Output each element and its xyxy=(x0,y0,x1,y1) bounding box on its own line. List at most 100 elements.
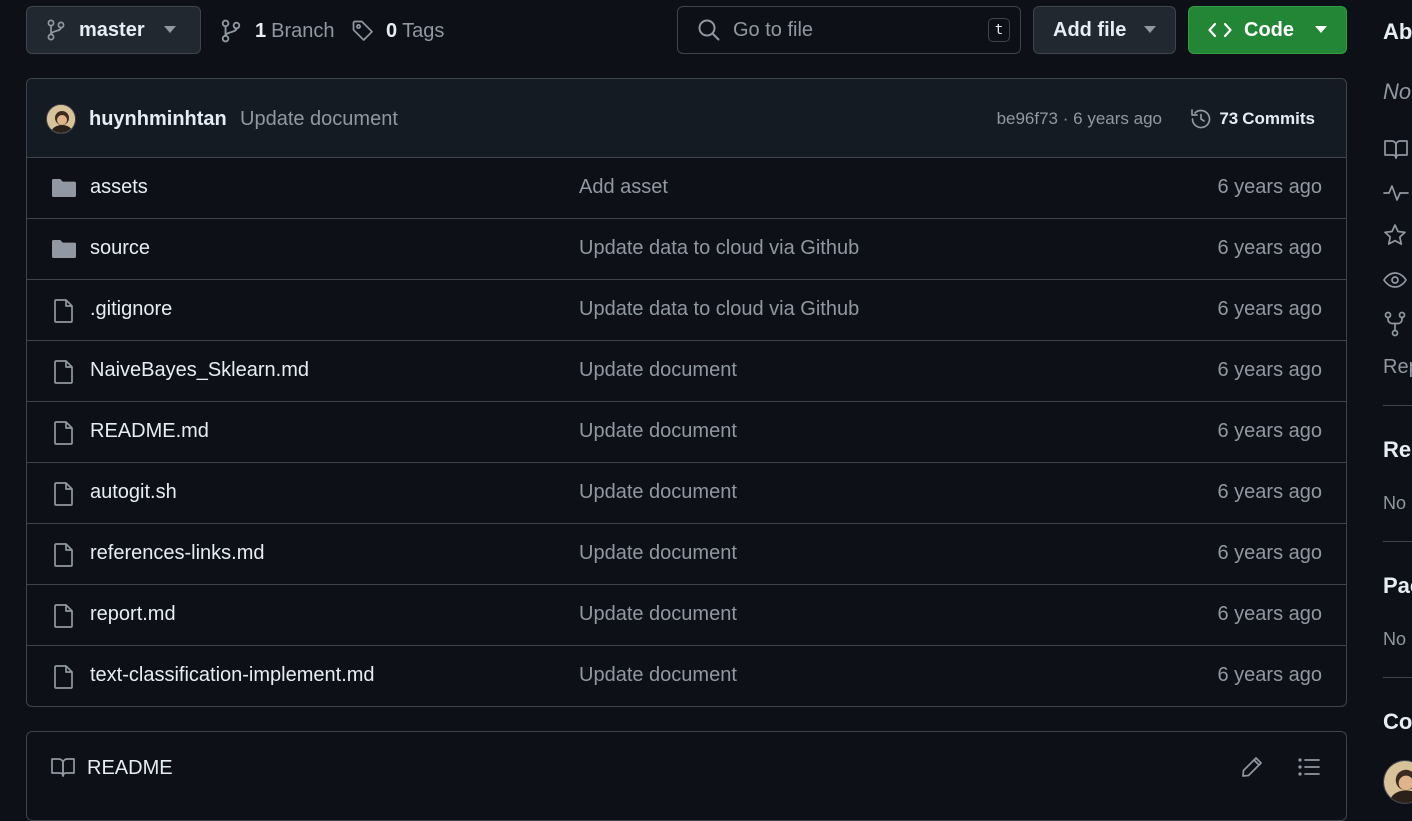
latest-commit-bar: huynhminhtan Update document be96f73 · 6… xyxy=(27,79,1346,158)
file-name-link[interactable]: text-classification-implement.md xyxy=(90,664,375,687)
outline-list-icon[interactable] xyxy=(1297,755,1321,779)
file-icon xyxy=(51,298,77,324)
code-label: Code xyxy=(1244,18,1294,41)
divider xyxy=(1383,541,1412,542)
tags-label: Tags xyxy=(402,19,445,42)
commit-message-link[interactable]: Update document xyxy=(579,420,737,443)
file-icon xyxy=(51,420,77,446)
file-row[interactable]: autogit.sh Update document 6 years ago xyxy=(27,463,1346,524)
commit-message-link[interactable]: Update data to cloud via Github xyxy=(579,298,859,321)
commit-age: 6 years ago xyxy=(1217,298,1322,320)
tags-link[interactable]: 0 Tags xyxy=(351,18,444,44)
file-name-link[interactable]: assets xyxy=(90,176,148,199)
book-icon xyxy=(50,755,76,779)
divider xyxy=(1383,405,1412,406)
keyboard-shortcut-hint: t xyxy=(988,18,1010,42)
commit-age: 6 years ago xyxy=(1073,109,1162,128)
file-icon xyxy=(51,481,77,507)
go-to-file-input[interactable]: Go to file t xyxy=(677,6,1021,54)
git-branch-icon xyxy=(47,19,65,41)
chevron-down-icon xyxy=(1144,26,1156,34)
activity-icon[interactable] xyxy=(1383,181,1409,205)
pencil-icon[interactable] xyxy=(1240,755,1264,779)
commit-age: 6 years ago xyxy=(1217,420,1322,442)
commit-age: 6 years ago xyxy=(1217,542,1322,564)
file-row[interactable]: report.md Update document 6 years ago xyxy=(27,585,1346,646)
readme-panel: README xyxy=(26,731,1347,821)
file-name-link[interactable]: .gitignore xyxy=(90,298,172,321)
commits-history-link[interactable]: 73 Commits xyxy=(1189,107,1315,131)
file-row[interactable]: references-links.md Update document 6 year… xyxy=(27,524,1346,585)
packages-heading[interactable]: Pac xyxy=(1383,573,1412,599)
file-icon xyxy=(51,359,77,385)
file-name-link[interactable]: NaiveBayes_Sklearn.md xyxy=(90,359,309,382)
avatar[interactable] xyxy=(46,104,76,134)
book-icon[interactable] xyxy=(1383,137,1409,161)
file-row[interactable]: README.md Update document 6 years ago xyxy=(27,402,1346,463)
commit-age: 6 years ago xyxy=(1217,603,1322,625)
fork-icon[interactable] xyxy=(1383,311,1409,337)
commit-author[interactable]: huynhminhtan xyxy=(89,108,227,131)
branch-name: master xyxy=(79,18,145,41)
add-file-label: Add file xyxy=(1053,18,1127,41)
commit-age: 6 years ago xyxy=(1217,359,1322,381)
git-branch-icon xyxy=(221,19,241,43)
commit-message-link[interactable]: Update document xyxy=(579,603,737,626)
releases-heading[interactable]: Rel xyxy=(1383,437,1412,463)
tags-count: 0 xyxy=(386,19,398,42)
code-icon xyxy=(1208,20,1232,40)
commits-label: Commits xyxy=(1242,109,1315,128)
folder-icon xyxy=(51,237,77,261)
file-row[interactable]: source Update data to cloud via Github 6 y… xyxy=(27,219,1346,280)
commit-hash[interactable]: be96f73 xyxy=(997,109,1058,128)
branches-link[interactable]: 1 Branch xyxy=(221,18,335,44)
file-name-link[interactable]: report.md xyxy=(90,603,176,626)
file-icon xyxy=(51,603,77,629)
commit-age: 6 years ago xyxy=(1217,664,1322,686)
commit-message-link[interactable]: Update document xyxy=(579,359,737,382)
commit-message-link[interactable]: Update data to cloud via Github xyxy=(579,237,859,260)
commit-message-link[interactable]: Update document xyxy=(579,542,737,565)
branches-label: Branch xyxy=(271,19,335,42)
go-to-file-placeholder: Go to file xyxy=(733,18,814,41)
file-name-link[interactable]: references-links.md xyxy=(90,542,265,565)
contributors-heading[interactable]: Co xyxy=(1383,709,1412,735)
commit-message[interactable]: Update document xyxy=(240,108,398,131)
commit-message-link[interactable]: Update document xyxy=(579,664,737,687)
commit-age: 6 years ago xyxy=(1217,237,1322,259)
separator: · xyxy=(1062,109,1069,128)
add-file-button[interactable]: Add file xyxy=(1033,6,1176,54)
commit-message-link[interactable]: Update document xyxy=(579,481,737,504)
file-icon xyxy=(51,664,77,690)
releases-empty-text: No xyxy=(1383,493,1407,513)
commits-count: 73 xyxy=(1219,109,1239,128)
file-name-link[interactable]: source xyxy=(90,237,150,260)
file-name-link[interactable]: README.md xyxy=(90,420,209,443)
about-heading: Ab xyxy=(1383,19,1412,44)
star-icon[interactable] xyxy=(1383,223,1409,247)
file-row[interactable]: NaiveBayes_Sklearn.md Update document 6 ye… xyxy=(27,341,1346,402)
folder-icon xyxy=(51,176,77,200)
eye-icon[interactable] xyxy=(1383,268,1409,292)
search-icon xyxy=(697,18,721,42)
report-repository-link[interactable]: Rep xyxy=(1383,356,1412,379)
tag-icon xyxy=(351,19,375,43)
commit-age: 6 years ago xyxy=(1217,481,1322,503)
branch-selector-button[interactable]: master xyxy=(26,6,201,54)
contributor-avatar[interactable] xyxy=(1383,760,1412,804)
file-row[interactable]: .gitignore Update data to cloud via Githu… xyxy=(27,280,1346,341)
commit-message-link[interactable]: Add asset xyxy=(579,176,668,199)
divider xyxy=(1383,677,1412,678)
file-row[interactable]: assets Add asset 6 years ago xyxy=(27,158,1346,219)
code-button[interactable]: Code xyxy=(1188,6,1347,54)
commit-hash-age: be96f73 · 6 years ago xyxy=(997,109,1162,129)
packages-empty-text: No xyxy=(1383,629,1407,649)
file-name-link[interactable]: autogit.sh xyxy=(90,481,177,504)
branches-count: 1 xyxy=(255,19,267,42)
chevron-down-icon xyxy=(1315,26,1327,34)
commit-age: 6 years ago xyxy=(1217,176,1322,198)
history-icon xyxy=(1189,107,1213,131)
readme-title[interactable]: README xyxy=(87,757,173,780)
file-row[interactable]: text-classification-implement.md Update d… xyxy=(27,646,1346,706)
about-description: No xyxy=(1383,79,1412,104)
